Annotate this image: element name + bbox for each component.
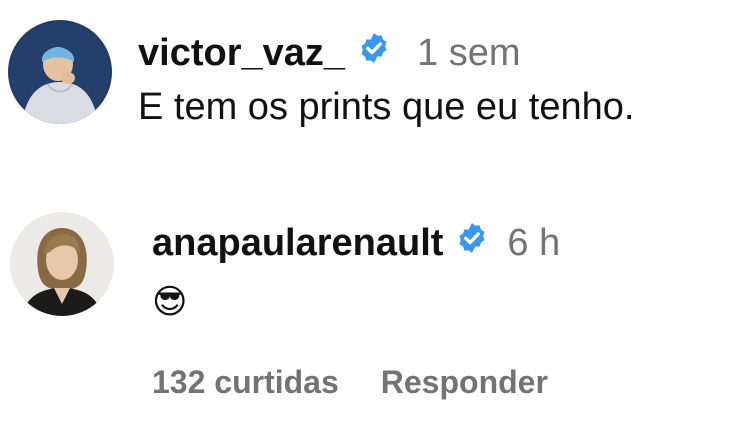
avatar[interactable] [8,20,112,124]
comment-emoji-sunglasses: 😎 [152,283,188,321]
comment-anapaula: anapaularenault 6 h 😎 132 curtidas Respo… [0,200,750,428]
comment-header: victor_vaz_ 1 sem [138,30,521,76]
verified-badge-icon [455,221,489,265]
comment-victor: victor_vaz_ 1 sem E tem os prints que eu… [0,0,750,140]
username[interactable]: victor_vaz_ [138,32,345,75]
avatar-victor-image [8,20,112,124]
reply-button[interactable]: Responder [381,364,548,401]
timestamp: 1 sem [417,31,521,74]
avatar-anapaula-image [10,212,114,316]
comment-header: anapaularenault 6 h [152,220,560,266]
comment-actions: 132 curtidas Responder [152,362,548,402]
timestamp: 6 h [507,221,561,264]
verified-badge-icon [357,31,391,75]
likes-count[interactable]: 132 curtidas [152,364,339,401]
username[interactable]: anapaularenault [152,222,443,265]
avatar[interactable] [10,212,114,316]
comment-text: E tem os prints que eu tenho. [138,86,635,128]
